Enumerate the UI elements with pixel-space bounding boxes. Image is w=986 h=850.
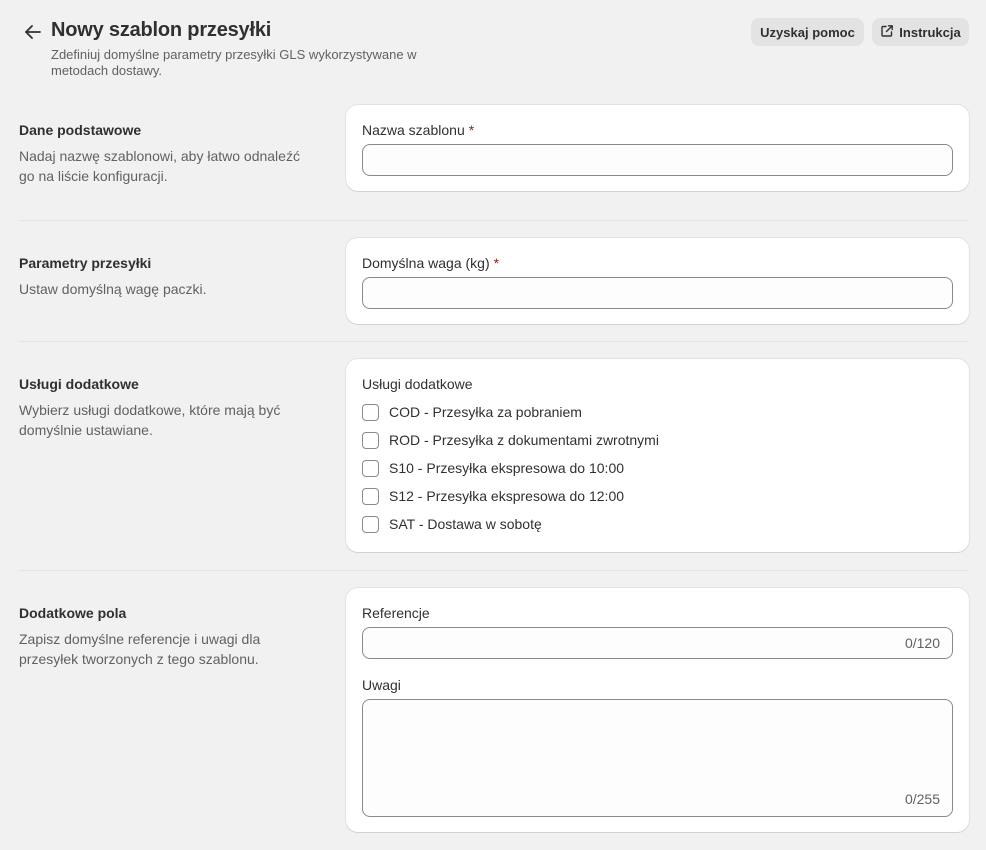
service-option-label: COD - Przesyłka za pobraniem — [389, 404, 582, 420]
help-button-label: Uzyskaj pomoc — [760, 24, 855, 40]
basic-card: Nazwa szablonu * — [346, 105, 969, 191]
notes-textarea[interactable]: 0/255 — [362, 699, 953, 817]
service-option-label: S10 - Przesyłka ekspresowa do 10:00 — [389, 460, 625, 476]
template-name-label: Nazwa szablonu * — [362, 122, 475, 138]
shipment-section-title: Parametry przesyłki — [19, 255, 152, 271]
references-label: Referencje — [362, 605, 430, 621]
references-counter: 0/120 — [904, 635, 940, 651]
service-option-label: ROD - Przesyłka z dokumentami zwrotnymi — [389, 432, 659, 448]
shipment-section-info: Parametry przesyłki Ustaw domyślną wagę … — [19, 253, 319, 299]
service-option-s12[interactable]: S12 - Przesyłka ekspresowa do 12:00 — [362, 486, 624, 506]
checkbox[interactable] — [362, 403, 379, 421]
default-weight-label: Domyślna waga (kg) * — [362, 255, 500, 271]
page-subtitle: Zdefiniuj domyślne parametry przesyłki G… — [51, 47, 417, 78]
back-arrow-icon[interactable] — [22, 20, 44, 44]
manual-button-label: Instrukcja — [899, 24, 961, 40]
checkbox[interactable] — [362, 431, 379, 449]
extra-section-title: Dodatkowe pola — [19, 605, 127, 621]
page-header: Nowy szablon przesyłki Zdefiniuj domyśln… — [0, 0, 986, 90]
service-option-rod[interactable]: ROD - Przesyłka z dokumentami zwrotnymi — [362, 430, 659, 450]
required-mark: * — [468, 122, 475, 138]
extra-fields-card: Referencje 0/120 Uwagi 0/255 — [346, 588, 969, 832]
checkbox[interactable] — [362, 459, 379, 477]
extra-section-info: Dodatkowe pola Zapisz domyślne referencj… — [19, 603, 319, 669]
template-name-input[interactable] — [362, 144, 953, 176]
section-divider — [19, 570, 969, 571]
checkbox[interactable] — [362, 487, 379, 505]
required-mark: * — [493, 255, 500, 271]
notes-label: Uwagi — [362, 677, 401, 693]
service-option-label: SAT - Dostawa w sobotę — [389, 516, 542, 532]
service-option-label: S12 - Przesyłka ekspresowa do 12:00 — [389, 488, 625, 504]
service-option-sat[interactable]: SAT - Dostawa w sobotę — [362, 514, 542, 534]
services-group-label: Usługi dodatkowe — [362, 376, 473, 392]
basic-section-description: Nadaj nazwę szablonowi, aby łatwo odnale… — [19, 148, 300, 184]
external-link-icon — [880, 24, 894, 41]
services-card: Usługi dodatkowe COD - Przesyłka za pobr… — [346, 359, 969, 552]
notes-counter: 0/255 — [904, 791, 940, 807]
extra-section-description: Zapisz domyślne referencje i uwagi dla p… — [19, 631, 261, 667]
shipment-card: Domyślna waga (kg) * — [346, 238, 969, 324]
basic-section-title: Dane podstawowe — [19, 122, 142, 138]
section-divider — [19, 341, 969, 342]
shipment-section-description: Ustaw domyślną wagę paczki. — [19, 281, 207, 297]
page-title: Nowy szablon przesyłki — [51, 19, 272, 41]
services-section-title: Usługi dodatkowe — [19, 376, 139, 392]
services-section-description: Wybierz usługi dodatkowe, które mają być… — [19, 402, 281, 438]
section-divider — [19, 220, 969, 221]
service-option-s10[interactable]: S10 - Przesyłka ekspresowa do 10:00 — [362, 458, 624, 478]
basic-section-info: Dane podstawowe Nadaj nazwę szablonowi, … — [19, 120, 319, 186]
help-button[interactable]: Uzyskaj pomoc — [751, 18, 864, 46]
service-option-cod[interactable]: COD - Przesyłka za pobraniem — [362, 402, 582, 422]
references-input[interactable]: 0/120 — [362, 627, 953, 659]
default-weight-input[interactable] — [362, 277, 953, 309]
services-section-info: Usługi dodatkowe Wybierz usługi dodatkow… — [19, 374, 319, 440]
checkbox[interactable] — [362, 515, 379, 533]
manual-button[interactable]: Instrukcja — [872, 18, 969, 46]
